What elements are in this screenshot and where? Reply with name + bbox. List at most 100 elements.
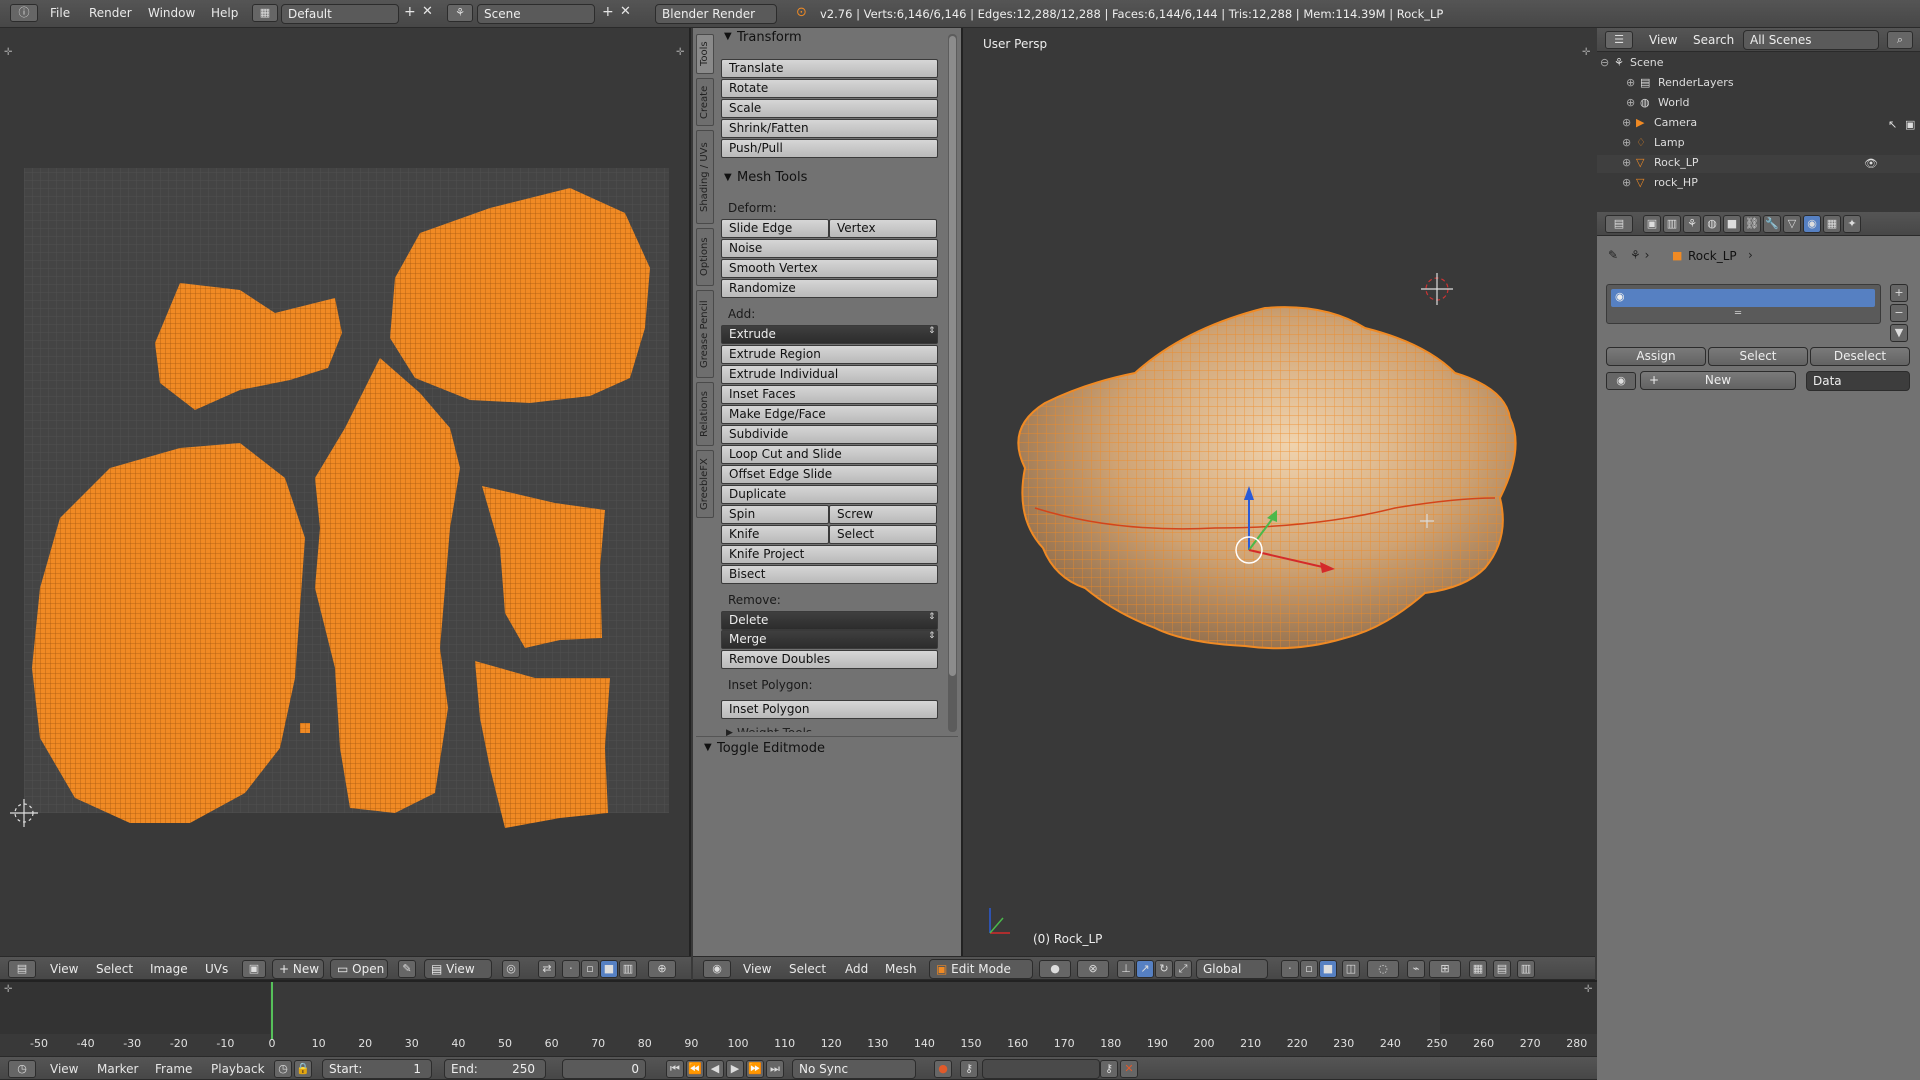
- weight-tools-title[interactable]: Weight Tools: [737, 726, 812, 732]
- play-icon[interactable]: ▶: [726, 1060, 744, 1078]
- uv-menu-select[interactable]: Select: [96, 962, 133, 976]
- uv-open-button[interactable]: ▭ Open: [330, 959, 388, 979]
- extrude-region-button[interactable]: Extrude Region: [721, 345, 938, 364]
- delete-keyframe-icon[interactable]: ✕: [1120, 1060, 1138, 1078]
- record-icon[interactable]: ●: [934, 1060, 952, 1078]
- jump-keyframe-back-icon[interactable]: ⏪: [686, 1060, 704, 1078]
- remove-layout-icon[interactable]: ✕: [422, 4, 433, 19]
- layout-field[interactable]: Default: [281, 4, 399, 24]
- deselect-button[interactable]: Deselect: [1810, 347, 1910, 366]
- view3d-menu-view[interactable]: View: [743, 962, 771, 976]
- view3d-menu-add[interactable]: Add: [845, 962, 868, 976]
- lock-range-icon[interactable]: 🔒: [294, 1060, 312, 1078]
- world-tab-icon[interactable]: ◍: [1703, 215, 1721, 233]
- outliner-menu-view[interactable]: View: [1649, 33, 1677, 47]
- transform-panel-title[interactable]: Transform: [737, 30, 802, 45]
- rotate-manipulator-icon[interactable]: ↻: [1155, 960, 1173, 978]
- tab-relations[interactable]: Relations: [696, 382, 714, 446]
- vertex-select-icon[interactable]: ⋅: [562, 960, 580, 978]
- layout-icon[interactable]: ▦: [252, 4, 278, 22]
- bisect-button[interactable]: Bisect: [721, 565, 938, 584]
- uv-canvas[interactable]: [0, 28, 691, 956]
- scale-button[interactable]: Scale: [721, 99, 938, 118]
- outliner-search-icon[interactable]: ⌕: [1887, 31, 1913, 49]
- tab-tools[interactable]: Tools: [696, 34, 714, 74]
- keying-set-icon[interactable]: ⚷: [960, 1060, 978, 1078]
- modifiers-tab-icon[interactable]: 🔧: [1763, 215, 1781, 233]
- visibility-eye-icon[interactable]: 👁: [1864, 157, 1878, 170]
- scene-tab-icon[interactable]: ⚘: [1683, 215, 1701, 233]
- push-pull-button[interactable]: Push/Pull: [721, 139, 938, 158]
- scene-icon[interactable]: ⚘: [447, 4, 473, 22]
- scale-manipulator-icon[interactable]: ⤢: [1174, 960, 1192, 978]
- expand-icon[interactable]: ⊖: [1600, 56, 1609, 69]
- noise-button[interactable]: Noise: [721, 239, 938, 258]
- inset-faces-button[interactable]: Inset Faces: [721, 385, 938, 404]
- tool-scrollbar[interactable]: [948, 34, 957, 732]
- subdivide-button[interactable]: Subdivide: [721, 425, 938, 444]
- expand-icon[interactable]: ⊕: [1626, 76, 1635, 89]
- timeline-menu-frame[interactable]: Frame: [155, 1062, 192, 1076]
- start-frame-field[interactable]: Start: 1: [322, 1059, 432, 1079]
- timeline-editor-icon[interactable]: ◷: [8, 1060, 36, 1078]
- proportional-edit-icon[interactable]: ◌: [1367, 960, 1399, 978]
- extrude-individual-button[interactable]: Extrude Individual: [721, 365, 938, 384]
- tab-shading-uvs[interactable]: Shading / UVs: [696, 130, 714, 224]
- add-scene-icon[interactable]: +: [602, 4, 614, 20]
- view3d-editor-type-icon[interactable]: ◉: [703, 960, 731, 978]
- translate-button[interactable]: Translate: [721, 59, 938, 78]
- outliner-scope-select[interactable]: All Scenes: [1743, 30, 1879, 50]
- menu-window[interactable]: Window: [148, 6, 195, 20]
- jump-keyframe-forward-icon[interactable]: ⏩: [746, 1060, 764, 1078]
- uv-menu-uvs[interactable]: UVs: [205, 962, 228, 976]
- uv-plus-icon[interactable]: ✛: [4, 47, 12, 58]
- make-edge-face-button[interactable]: Make Edge/Face: [721, 405, 938, 424]
- expand-icon[interactable]: ⊕: [1622, 116, 1631, 129]
- new-material-button[interactable]: + New: [1640, 371, 1796, 390]
- object-tab-icon[interactable]: ■: [1723, 215, 1741, 233]
- material-browse-icon[interactable]: ◉: [1606, 372, 1636, 390]
- timeline-menu-playback[interactable]: Playback: [211, 1062, 265, 1076]
- transform-collapse-icon[interactable]: ▼: [724, 31, 732, 42]
- pivot-point-icon[interactable]: ⊗: [1077, 960, 1109, 978]
- list-resize-icon[interactable]: ═: [1735, 308, 1741, 319]
- view3d-menu-mesh[interactable]: Mesh: [885, 962, 917, 976]
- material-slot-list[interactable]: ◉ ═: [1606, 284, 1881, 324]
- expand-icon[interactable]: ⊕: [1622, 156, 1631, 169]
- spin-button[interactable]: Spin: [721, 505, 829, 524]
- remove-scene-icon[interactable]: ✕: [620, 4, 631, 19]
- island-select-icon[interactable]: ▥: [619, 960, 637, 978]
- face-select-icon[interactable]: ■: [600, 960, 618, 978]
- render-preview-icon[interactable]: ▤: [1493, 960, 1511, 978]
- shrink-fatten-button[interactable]: Shrink/Fatten: [721, 119, 938, 138]
- remove-slot-icon[interactable]: −: [1890, 304, 1908, 322]
- insert-keyframe-icon[interactable]: ⚷: [1100, 1060, 1118, 1078]
- uv-editor[interactable]: ✛ ✛: [0, 28, 691, 956]
- current-frame-field[interactable]: 0: [562, 1059, 646, 1079]
- timeline-menu-marker[interactable]: Marker: [97, 1062, 138, 1076]
- snap-icon[interactable]: ⊕: [648, 960, 676, 978]
- layers-tab-icon[interactable]: ▥: [1663, 215, 1681, 233]
- render-engine-select[interactable]: Blender Render: [655, 4, 777, 24]
- face-mode-icon[interactable]: ■: [1319, 960, 1337, 978]
- info-editor-icon[interactable]: ⓘ: [10, 4, 38, 22]
- mesh-tools-collapse-icon[interactable]: ▼: [724, 172, 732, 183]
- end-frame-field[interactable]: End: 250: [444, 1059, 546, 1079]
- texture-tab-icon[interactable]: ▦: [1823, 215, 1841, 233]
- inset-polygon-button[interactable]: Inset Polygon: [721, 700, 938, 719]
- link-data-select[interactable]: Data: [1806, 371, 1910, 391]
- select-cursor-icon[interactable]: ↖: [1888, 118, 1897, 131]
- expand-icon[interactable]: ⊕: [1622, 176, 1631, 189]
- delete-dropdown[interactable]: Delete: [721, 611, 938, 630]
- uv-menu-view[interactable]: View: [50, 962, 78, 976]
- timeline-plus-icon[interactable]: ✛: [4, 984, 12, 995]
- view3d-menu-select[interactable]: Select: [789, 962, 826, 976]
- pin-icon[interactable]: ✎: [1608, 248, 1618, 262]
- editor-type-icon[interactable]: ▤: [8, 960, 36, 978]
- add-layout-icon[interactable]: +: [404, 4, 416, 20]
- outliner-editor-icon[interactable]: ☰: [1605, 31, 1633, 49]
- snap-element-icon[interactable]: ⊞: [1429, 960, 1461, 978]
- knife-project-button[interactable]: Knife Project: [721, 545, 938, 564]
- render-toggle-icon[interactable]: ▣: [1905, 118, 1915, 131]
- scene-field[interactable]: Scene: [477, 4, 595, 24]
